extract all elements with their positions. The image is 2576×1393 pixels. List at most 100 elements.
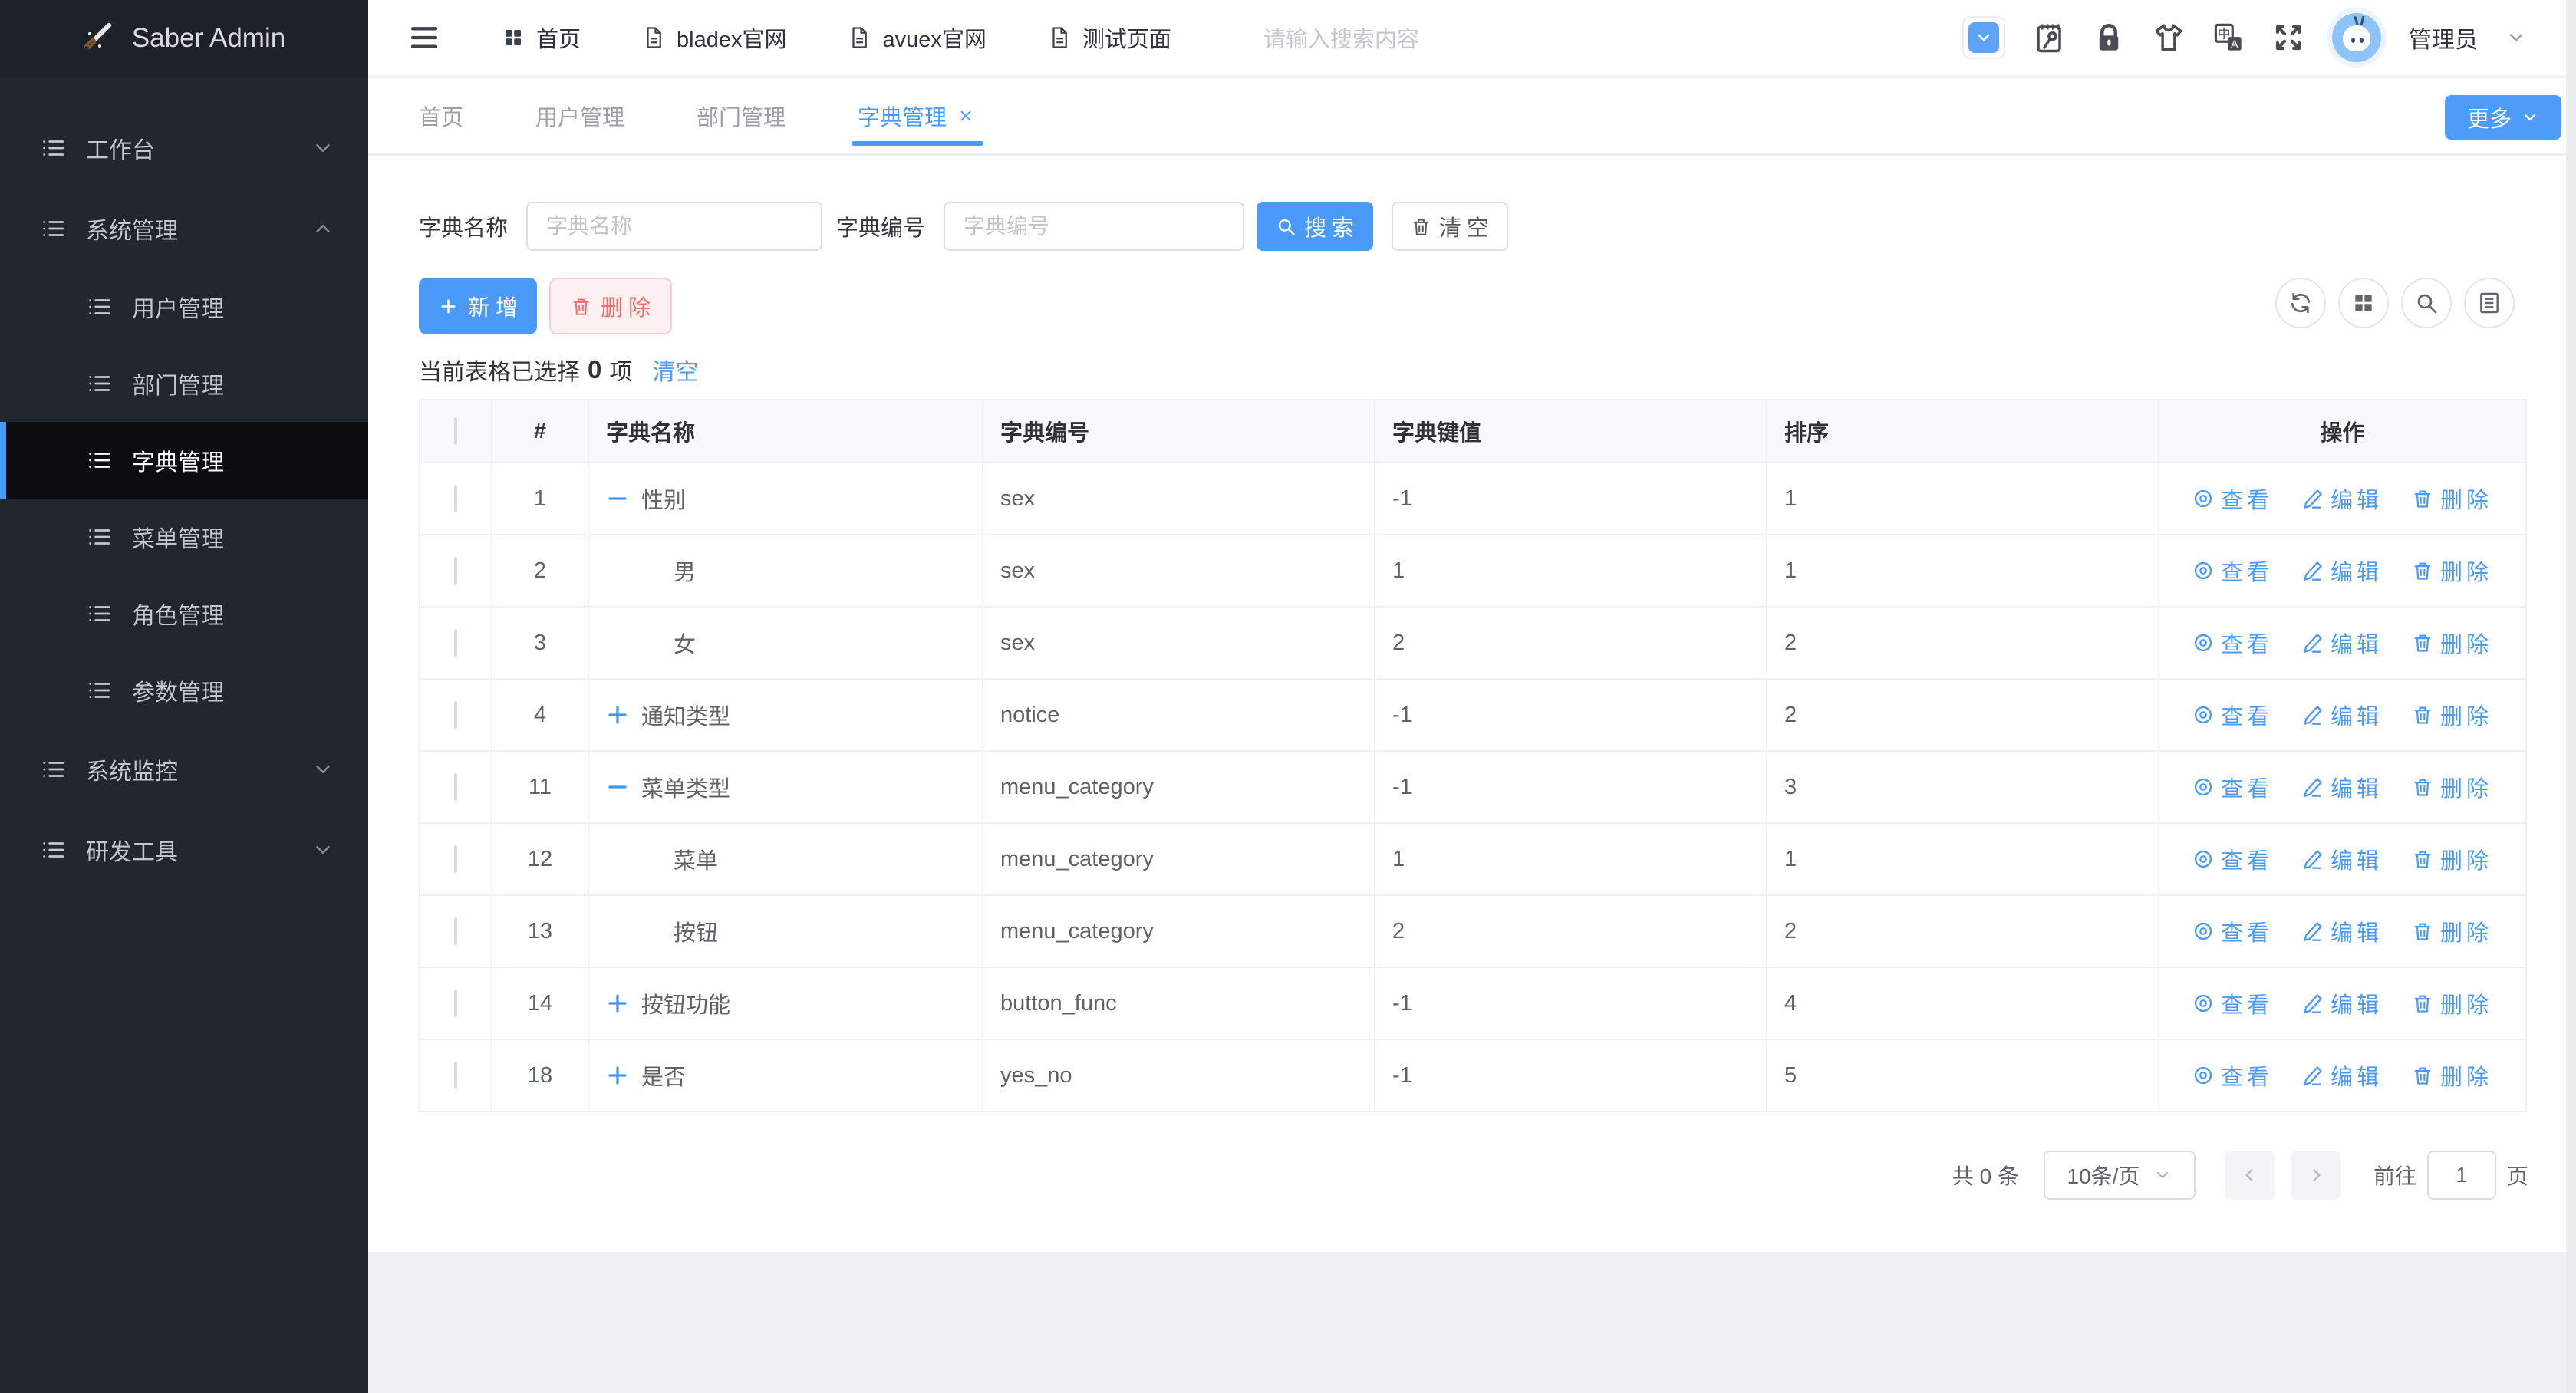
edit-link[interactable]: 编辑 [2302,699,2383,731]
row-checkbox[interactable] [454,557,457,585]
delete-link[interactable]: 删除 [2412,771,2492,803]
table-row: 4通知类型notice-12查看编辑删除 [420,679,2526,751]
delete-link[interactable]: 删除 [2412,482,2492,515]
add-button[interactable]: 新增 [419,278,537,334]
collapse-sidebar-icon[interactable] [407,22,442,53]
collapse-row-icon[interactable] [606,776,629,799]
view-link[interactable]: 查看 [2192,555,2273,587]
edit-link[interactable]: 编辑 [2302,771,2383,803]
row-checkbox[interactable] [454,990,457,1017]
tab-用户管理[interactable]: 用户管理 [535,78,624,153]
search-toolbar-button[interactable] [2401,278,2452,328]
delete-link[interactable]: 删除 [2412,1059,2492,1092]
delete-link[interactable]: 删除 [2412,627,2492,659]
edit-link[interactable]: 编辑 [2302,627,2383,659]
view-link[interactable]: 查看 [2192,915,2273,947]
search-icon [1276,216,1296,237]
sidebar-item-角色管理[interactable]: 角色管理 [0,575,368,652]
top-nav-item-bladex官网[interactable]: bladex官网 [642,21,786,54]
sidebar-item-系统管理[interactable]: 系统管理 [0,188,368,268]
row-checkbox[interactable] [454,845,457,873]
avatar-antenna [2360,16,2365,25]
edit-link[interactable]: 编辑 [2302,482,2383,515]
view-link[interactable]: 查看 [2192,843,2273,875]
work-order-icon[interactable] [2033,21,2065,54]
chevron-up-icon [311,217,334,240]
page-size-value: 10条/页 [2067,1160,2140,1190]
grid-filled-toolbar-button[interactable] [2338,278,2389,328]
delete-button[interactable]: 删除 [549,278,672,334]
tab-部门管理[interactable]: 部门管理 [697,78,786,153]
refresh-toolbar-button[interactable] [2275,278,2326,328]
selection-clear-link[interactable]: 清空 [652,353,698,387]
sidebar-item-用户管理[interactable]: 用户管理 [0,268,368,345]
theme-shirt-icon[interactable] [2153,21,2185,54]
row-checkbox[interactable] [454,485,457,512]
view-link[interactable]: 查看 [2192,627,2273,659]
theme-color-select[interactable] [1962,16,2005,59]
row-index-cell: 4 [492,679,588,751]
select-all-checkbox[interactable] [454,417,457,445]
top-nav-item-avuex官网[interactable]: avuex官网 [848,21,986,54]
sidebar-item-参数管理[interactable]: 参数管理 [0,652,368,729]
view-link[interactable]: 查看 [2192,482,2273,515]
fullscreen-icon[interactable] [2272,21,2304,54]
prev-page-button[interactable] [2225,1151,2275,1200]
column-header: # [492,400,588,463]
dict-code-input[interactable] [944,202,1244,251]
tabs: 首页用户管理部门管理字典管理 [419,78,974,153]
sidebar-item-部门管理[interactable]: 部门管理 [0,345,368,422]
window-scrollbar[interactable] [2566,0,2576,1393]
delete-link[interactable]: 删除 [2412,843,2492,875]
row-checkbox[interactable] [454,629,457,657]
page-size-select[interactable]: 10条/页 [2044,1151,2196,1200]
dict-name-input[interactable] [526,202,822,251]
global-search-input[interactable]: 请输入搜索内容 [1263,21,1419,54]
page-number-input[interactable] [2427,1151,2496,1200]
expand-row-icon[interactable] [606,1064,629,1087]
edit-link[interactable]: 编辑 [2302,555,2383,587]
view-link[interactable]: 查看 [2192,771,2273,803]
sidebar-item-工作台[interactable]: 工作台 [0,107,368,188]
delete-link[interactable]: 删除 [2412,915,2492,947]
delete-link[interactable]: 删除 [2412,699,2492,731]
next-page-button[interactable] [2291,1151,2341,1200]
doc-lines-toolbar-button[interactable] [2464,278,2515,328]
row-checkbox[interactable] [454,917,457,945]
top-nav-item-测试页面[interactable]: 测试页面 [1048,21,1171,54]
row-checkbox[interactable] [454,1062,457,1089]
row-checkbox[interactable] [454,701,457,729]
sidebar-item-字典管理[interactable]: 字典管理 [0,422,368,499]
tab-字典管理[interactable]: 字典管理 [858,78,974,153]
row-checkbox-cell [420,535,492,607]
view-link[interactable]: 查看 [2192,1059,2273,1092]
tab-首页[interactable]: 首页 [419,78,463,153]
sidebar-item-研发工具[interactable]: 研发工具 [0,809,368,890]
view-link[interactable]: 查看 [2192,987,2273,1019]
edit-link[interactable]: 编辑 [2302,843,2383,875]
dict-code-cell: sex [983,535,1375,607]
search-button[interactable]: 搜索 [1257,202,1373,251]
sidebar-item-菜单管理[interactable]: 菜单管理 [0,499,368,575]
lock-icon[interactable] [2093,21,2125,54]
user-menu-chevron-icon[interactable] [2505,27,2527,48]
user-name[interactable]: 管理员 [2409,21,2478,54]
expand-row-icon[interactable] [606,992,629,1015]
edit-link[interactable]: 编辑 [2302,1059,2383,1092]
collapse-row-icon[interactable] [606,487,629,510]
more-tabs-button[interactable]: 更多 [2445,95,2561,140]
row-checkbox[interactable] [454,773,457,801]
delete-link[interactable]: 删除 [2412,555,2492,587]
edit-link[interactable]: 编辑 [2302,915,2383,947]
sidebar-item-系统监控[interactable]: 系统监控 [0,729,368,809]
view-link[interactable]: 查看 [2192,699,2273,731]
translate-icon[interactable]: 中A [2212,21,2245,54]
close-icon[interactable] [957,107,974,124]
expand-row-icon[interactable] [606,703,629,726]
clear-button[interactable]: 清空 [1392,202,1508,251]
top-nav-item-首页[interactable]: 首页 [502,21,581,54]
delete-link[interactable]: 删除 [2412,987,2492,1019]
list-icon [40,756,66,782]
edit-link[interactable]: 编辑 [2302,987,2383,1019]
avatar[interactable] [2332,13,2381,62]
